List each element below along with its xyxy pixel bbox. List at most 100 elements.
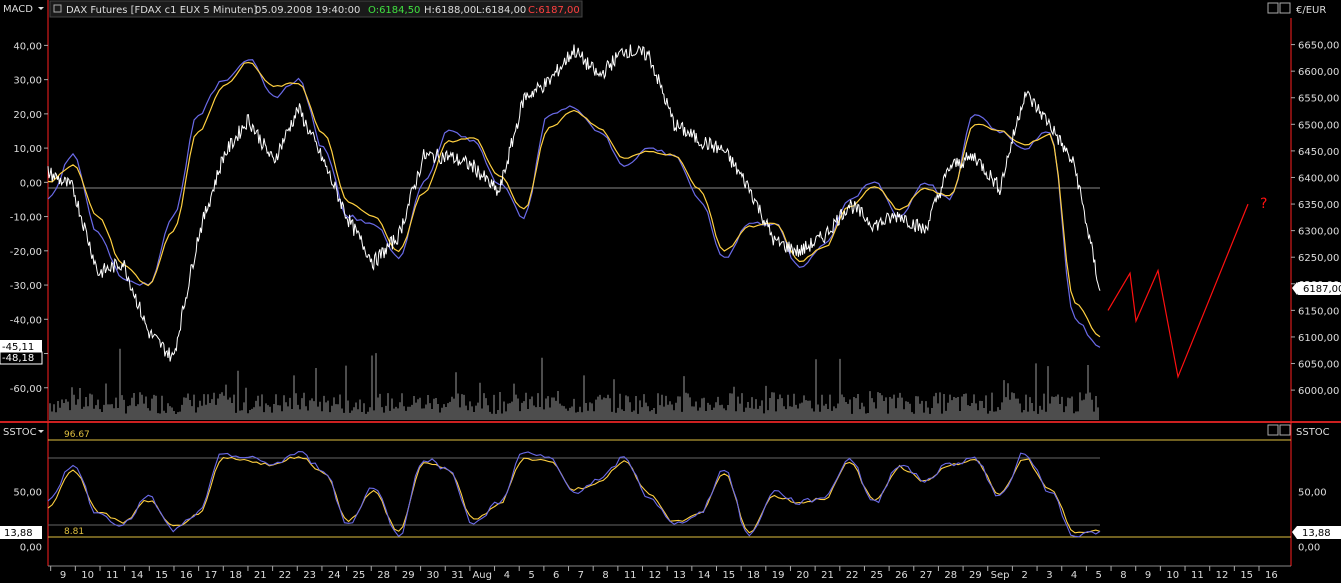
price-tick-label: 6450,00 bbox=[1298, 147, 1339, 158]
x-tick-label: 18 bbox=[747, 570, 760, 581]
x-tick-label: 6 bbox=[553, 570, 559, 581]
stoch-tick-label-right: 0,00 bbox=[1298, 543, 1320, 554]
x-tick-label: 4 bbox=[504, 570, 510, 581]
x-tick-label: 9 bbox=[1145, 570, 1151, 581]
bar-close: C:6187,00 bbox=[528, 5, 580, 16]
x-tick-label: 5 bbox=[528, 570, 534, 581]
x-tick-label: 13 bbox=[673, 570, 686, 581]
x-tick-label: 26 bbox=[895, 570, 908, 581]
macd-tick-label: -40,00 bbox=[10, 315, 42, 326]
forecast-question-mark: ? bbox=[1260, 196, 1267, 212]
price-tick-label: 6400,00 bbox=[1298, 173, 1339, 184]
macd-tick-label: -10,00 bbox=[10, 213, 42, 224]
x-tick-label: 30 bbox=[427, 570, 440, 581]
chart-canvas: MACD DAX Futures [FDAX c1 EUX 5 Minuten]… bbox=[0, 0, 1341, 581]
stoch-badge-right-value: 13,88 bbox=[1302, 528, 1331, 539]
maximize-icon[interactable] bbox=[1279, 2, 1291, 14]
stoch-k-line bbox=[47, 451, 1101, 538]
x-tick-label: 11 bbox=[624, 570, 637, 581]
x-tick-label: 8 bbox=[1120, 570, 1126, 581]
price-tick-label: 6000,00 bbox=[1298, 386, 1339, 397]
x-tick-label: 21 bbox=[254, 570, 267, 581]
x-tick-label: 18 bbox=[229, 570, 242, 581]
minimize-icon[interactable] bbox=[1267, 2, 1279, 14]
bar-low: L:6184,00 bbox=[476, 5, 526, 16]
x-tick-label: 21 bbox=[821, 570, 834, 581]
x-tick-label: 29 bbox=[969, 570, 982, 581]
x-tick-label: 20 bbox=[796, 570, 809, 581]
panel-label-sstoc-right: SSTOC bbox=[1296, 427, 1330, 438]
x-tick-label: Aug bbox=[472, 570, 492, 581]
price-tick-label: 6550,00 bbox=[1298, 94, 1339, 105]
x-axis: 9 10 11 14 15 16 17 18 21 22 23 24 25 28 29 30 31 Aug 4 5 6 7… bbox=[50, 566, 1278, 581]
price-tick-label: 6350,00 bbox=[1298, 200, 1339, 211]
price-tick-label: 6100,00 bbox=[1298, 333, 1339, 344]
x-tick-label: Sep bbox=[991, 570, 1010, 581]
bar-datetime: 05.09.2008 19:40:00 bbox=[255, 5, 360, 16]
x-tick-label: 27 bbox=[920, 570, 933, 581]
macd-tick-label: 0,00 bbox=[20, 178, 42, 189]
macd-tick-label: 20,00 bbox=[13, 110, 42, 121]
macd-tick-label: 40,00 bbox=[13, 41, 42, 52]
price-tick-label: 6050,00 bbox=[1298, 360, 1339, 371]
x-tick-label: 16 bbox=[1265, 570, 1278, 581]
x-tick-label: 10 bbox=[81, 570, 94, 581]
bar-high: H:6188,00 bbox=[424, 5, 476, 16]
x-tick-label: 11 bbox=[1191, 570, 1204, 581]
stoch-tick-label-left: 0,00 bbox=[20, 543, 42, 554]
price-tick-label: 6300,00 bbox=[1298, 227, 1339, 238]
stoch-badge-right-pointer bbox=[1292, 526, 1297, 539]
x-tick-label: 14 bbox=[698, 570, 711, 581]
x-tick-label: 9 bbox=[60, 570, 66, 581]
x-tick-label: 15 bbox=[722, 570, 735, 581]
panel-menu-icon[interactable] bbox=[38, 7, 44, 10]
x-tick-label: 17 bbox=[205, 570, 218, 581]
x-tick-label: 4 bbox=[1071, 570, 1077, 581]
x-tick-label: 28 bbox=[944, 570, 957, 581]
instrument-title: DAX Futures [FDAX c1 EUX 5 Minuten] bbox=[66, 5, 257, 16]
panel-label-sstoc: SSTOC bbox=[3, 427, 37, 438]
x-tick-label: 22 bbox=[279, 570, 292, 581]
macd-line bbox=[47, 59, 1101, 348]
x-tick-label: 5 bbox=[1096, 570, 1102, 581]
price-tick-label: 6500,00 bbox=[1298, 120, 1339, 131]
level-upper-label: 96.67 bbox=[64, 430, 90, 440]
x-tick-label: 12 bbox=[648, 570, 661, 581]
price-line bbox=[47, 44, 1101, 362]
x-tick-label: 3 bbox=[1046, 570, 1052, 581]
x-tick-label: 22 bbox=[846, 570, 859, 581]
x-tick-label: 7 bbox=[578, 570, 584, 581]
stoch-badge-left-value: 13,88 bbox=[4, 528, 33, 539]
maximize-icon-lower[interactable] bbox=[1279, 424, 1291, 436]
price-tick-label: 6650,00 bbox=[1298, 41, 1339, 52]
x-tick-label: 25 bbox=[870, 570, 883, 581]
macd-badge-a-value: -45,11 bbox=[2, 342, 34, 353]
x-tick-label: 15 bbox=[155, 570, 168, 581]
forecast-line bbox=[1107, 203, 1249, 379]
macd-badge-b-value: -48,18 bbox=[2, 353, 34, 364]
stoch-tick-label-right: 50,00 bbox=[1298, 488, 1327, 499]
bar-open: O:6184,50 bbox=[368, 5, 420, 16]
price-tick-label: 6600,00 bbox=[1298, 67, 1339, 78]
price-axis: 6000,006050,006100,006150,006200,006250,… bbox=[1291, 41, 1339, 397]
last-price-value: 6187,00 bbox=[1303, 284, 1341, 295]
x-tick-label: 25 bbox=[353, 570, 366, 581]
x-tick-label: 16 bbox=[180, 570, 193, 581]
macd-tick-label: 10,00 bbox=[13, 144, 42, 155]
x-tick-label: 10 bbox=[1166, 570, 1179, 581]
x-tick-label: 15 bbox=[1240, 570, 1253, 581]
x-tick-label: 28 bbox=[377, 570, 390, 581]
macd-tick-label: 30,00 bbox=[13, 76, 42, 87]
x-tick-label: 29 bbox=[402, 570, 415, 581]
x-tick-label: 14 bbox=[131, 570, 144, 581]
level-lower-label: 8.81 bbox=[64, 527, 84, 537]
x-tick-label: 24 bbox=[328, 570, 341, 581]
price-tick-label: 6150,00 bbox=[1298, 306, 1339, 317]
stoch-tick-label-left: 50,00 bbox=[13, 488, 42, 499]
macd-tick-label: -20,00 bbox=[10, 247, 42, 258]
x-tick-label: 23 bbox=[303, 570, 316, 581]
minimize-icon-lower[interactable] bbox=[1267, 424, 1279, 436]
volume-bars bbox=[49, 348, 1099, 420]
x-tick-label: 8 bbox=[602, 570, 608, 581]
panel-menu-icon-lower[interactable] bbox=[38, 430, 44, 433]
